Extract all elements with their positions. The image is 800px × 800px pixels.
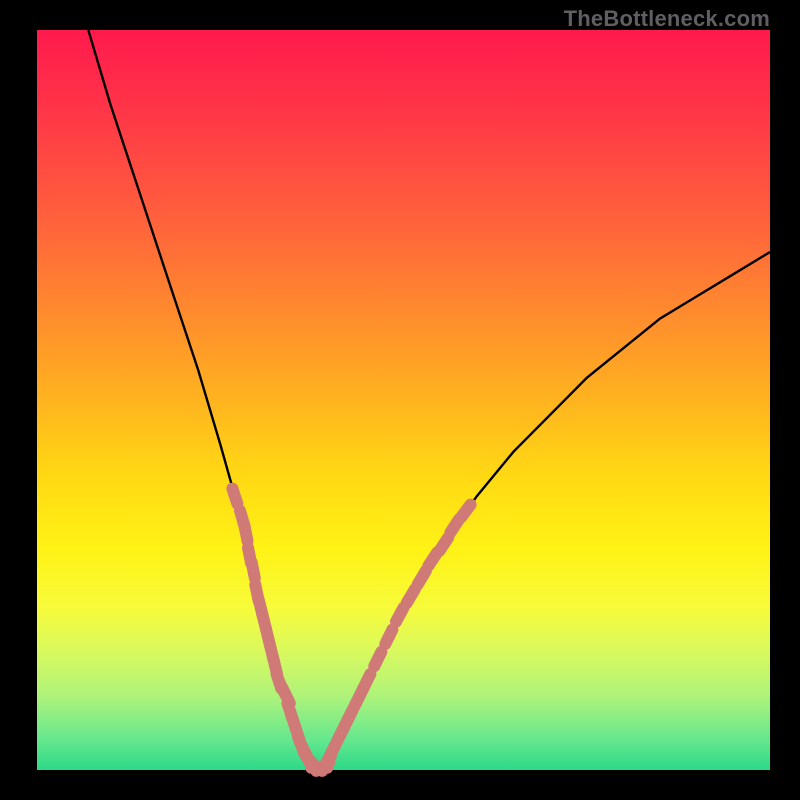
attribution-label: TheBottleneck.com <box>564 6 770 32</box>
bottleneck-curve <box>88 30 770 770</box>
marker-segment <box>439 538 448 551</box>
marker-clusters <box>232 489 470 771</box>
marker-segment <box>407 589 415 603</box>
marker-segment <box>232 489 237 504</box>
plot-area <box>37 30 770 770</box>
marker-segment <box>363 674 370 688</box>
marker-segment <box>244 525 247 541</box>
marker-segment <box>396 608 404 622</box>
marker-segment <box>252 562 255 578</box>
marker-segment <box>418 571 426 585</box>
marker-segment <box>374 652 381 666</box>
chart-frame: TheBottleneck.com <box>0 0 800 800</box>
curve-svg <box>37 30 770 770</box>
marker-segment <box>385 630 392 644</box>
marker-segment <box>461 505 471 518</box>
